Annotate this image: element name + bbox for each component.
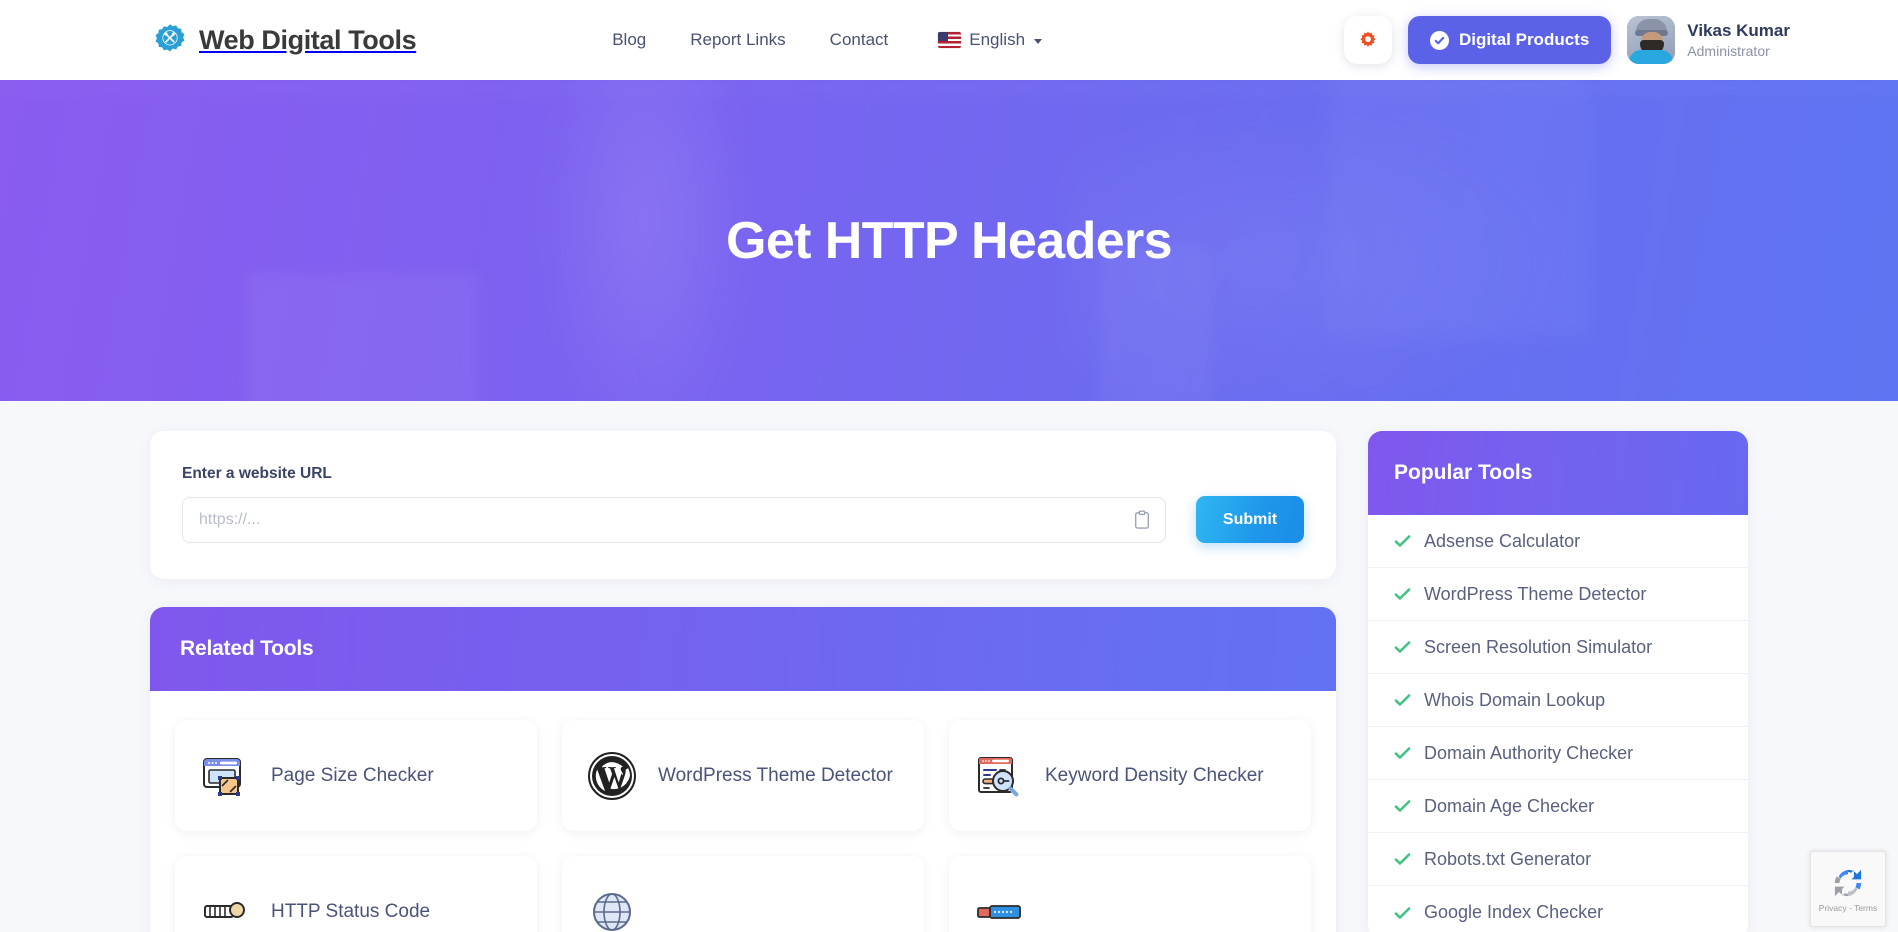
sidebar-item-domain-authority-checker[interactable]: Domain Authority Checker xyxy=(1368,727,1748,780)
sidebar-item-screen-resolution-simulator[interactable]: Screen Resolution Simulator xyxy=(1368,621,1748,674)
us-flag-icon xyxy=(938,32,962,48)
browser-blue-icon xyxy=(971,884,1027,932)
recaptcha-icon xyxy=(1834,869,1862,896)
avatar xyxy=(1627,16,1676,64)
settings-button[interactable] xyxy=(1343,16,1392,64)
sidebar-item-label: Whois Domain Lookup xyxy=(1424,689,1606,710)
gear-logo-icon xyxy=(155,24,185,52)
sidebar: Popular Tools Adsense Calculator WordPre… xyxy=(1368,431,1748,932)
language-selector[interactable]: English xyxy=(938,30,1043,50)
browser-window-icon xyxy=(197,748,253,804)
sidebar-item-label: Google Index Checker xyxy=(1424,902,1604,922)
digital-products-button[interactable]: Digital Products xyxy=(1407,16,1612,64)
check-icon xyxy=(1394,694,1411,706)
sidebar-item-whois-domain-lookup[interactable]: Whois Domain Lookup xyxy=(1368,674,1748,727)
sidebar-item-domain-age-checker[interactable]: Domain Age Checker xyxy=(1368,780,1748,833)
main-column: Enter a website URL Submit Related Tools xyxy=(150,431,1336,932)
check-icon xyxy=(1394,800,1411,812)
sidebar-item-label: Adsense Calculator xyxy=(1424,530,1581,551)
popular-tools-panel: Popular Tools Adsense Calculator WordPre… xyxy=(1368,431,1748,932)
check-icon xyxy=(1394,906,1411,919)
sidebar-item-adsense-calculator[interactable]: Adsense Calculator xyxy=(1368,515,1748,568)
user-menu[interactable]: Vikas Kumar Administrator xyxy=(1627,16,1790,64)
sidebar-item-google-index-checker[interactable]: Google Index Checker xyxy=(1368,886,1748,932)
nav-item-blog[interactable]: Blog xyxy=(612,30,646,50)
tool-card-http-status-code[interactable]: HTTP Status Code xyxy=(175,856,537,932)
popular-tools-header: Popular Tools xyxy=(1368,431,1748,515)
tool-label: Page Size Checker xyxy=(271,764,434,786)
sidebar-item-label: Robots.txt Generator xyxy=(1424,848,1592,869)
recaptcha-badge[interactable]: Privacy - Terms xyxy=(1810,851,1886,927)
sidebar-item-robots-txt-generator[interactable]: Robots.txt Generator xyxy=(1368,833,1748,886)
page-title: Get HTTP Headers xyxy=(725,211,1173,270)
tool-label: WordPress Theme Detector xyxy=(658,764,893,786)
sidebar-item-label: WordPress Theme Detector xyxy=(1424,583,1647,604)
nav-item-report-links[interactable]: Report Links xyxy=(690,30,785,50)
check-icon xyxy=(1394,853,1411,865)
site-header: Web Digital Tools Blog Report Links Cont… xyxy=(0,0,1898,80)
chevron-down-icon xyxy=(1034,38,1043,44)
check-circle-icon xyxy=(1429,30,1449,50)
related-tools-grid: Page Size Checker WordPress Theme Detect… xyxy=(150,691,1336,932)
user-role: Administrator xyxy=(1687,42,1770,59)
check-icon xyxy=(1394,747,1411,759)
nav-item-contact[interactable]: Contact xyxy=(830,30,889,50)
main-navigation: Blog Report Links Contact English xyxy=(612,30,1043,50)
user-name: Vikas Kumar xyxy=(1687,21,1790,41)
globe-icon xyxy=(584,884,640,932)
popular-tools-title: Popular Tools xyxy=(1394,461,1533,484)
logo-text: Web Digital Tools xyxy=(199,24,417,55)
url-field-label: Enter a website URL xyxy=(182,465,332,482)
url-input-wrapper xyxy=(182,496,1166,543)
tool-label: Keyword Density Checker xyxy=(1045,764,1264,786)
sidebar-item-label: Screen Resolution Simulator xyxy=(1424,636,1653,657)
recaptcha-text: Privacy - Terms xyxy=(1818,902,1878,913)
tool-card-globe[interactable] xyxy=(562,856,924,932)
related-tools-header: Related Tools xyxy=(150,607,1336,691)
tool-card-page-size-checker[interactable]: Page Size Checker xyxy=(175,720,537,831)
tool-card-keyword-density-checker[interactable]: Keyword Density Checker xyxy=(949,720,1311,831)
url-form-card: Enter a website URL Submit xyxy=(150,431,1336,579)
language-label: English xyxy=(969,30,1026,49)
check-icon xyxy=(1394,588,1411,600)
hero-banner: Get HTTP Headers xyxy=(0,80,1898,401)
related-tools-title: Related Tools xyxy=(180,637,314,660)
site-logo[interactable]: Web Digital Tools xyxy=(152,22,417,58)
digital-products-label: Digital Products xyxy=(1458,30,1590,49)
check-icon xyxy=(1394,535,1411,547)
paste-clipboard-icon[interactable] xyxy=(1133,510,1151,530)
document-magnifier-icon xyxy=(971,748,1027,804)
sidebar-item-wordpress-theme-detector[interactable]: WordPress Theme Detector xyxy=(1368,568,1748,621)
sidebar-item-label: Domain Age Checker xyxy=(1424,795,1595,816)
url-input[interactable] xyxy=(183,497,1165,542)
submit-button[interactable]: Submit xyxy=(1196,496,1304,543)
page-body: Enter a website URL Submit Related Tools xyxy=(0,401,1898,932)
related-tools-panel: Related Tools Page Size Checker WordPres… xyxy=(150,607,1336,932)
gear-icon xyxy=(1360,31,1376,47)
wordpress-icon xyxy=(584,748,640,804)
sidebar-item-label: Domain Authority Checker xyxy=(1424,742,1634,763)
tool-label: HTTP Status Code xyxy=(271,900,431,922)
server-icon xyxy=(197,884,253,932)
header-actions: Digital Products Vikas Kumar Administrat… xyxy=(1343,16,1790,64)
tool-card-wordpress-theme-detector[interactable]: WordPress Theme Detector xyxy=(562,720,924,831)
tool-card-browser-blue[interactable] xyxy=(949,856,1311,932)
check-icon xyxy=(1394,641,1411,653)
